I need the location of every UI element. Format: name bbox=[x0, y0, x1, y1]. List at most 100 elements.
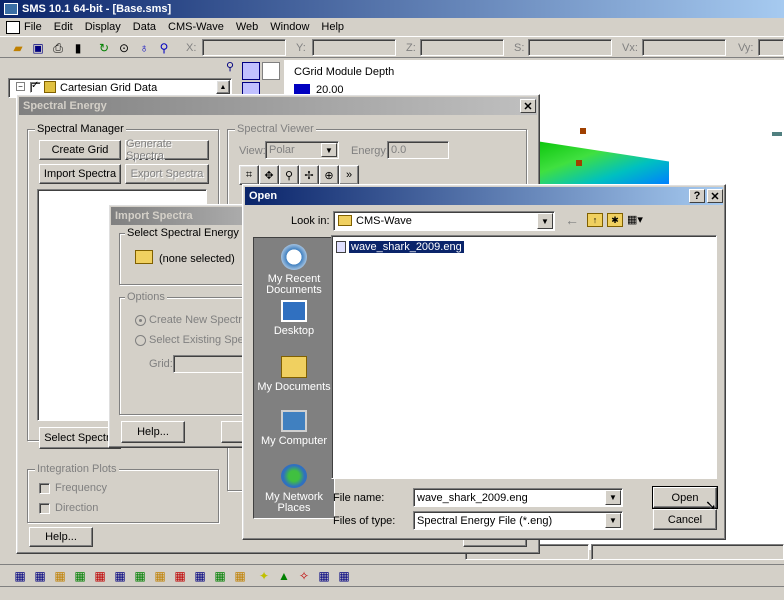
menu-web[interactable]: Web bbox=[236, 21, 258, 33]
menu-doc-icon[interactable] bbox=[6, 20, 20, 34]
bottom-tool-2-icon[interactable]: ▦ bbox=[32, 568, 48, 584]
view-dropdown-icon[interactable]: ▼ bbox=[321, 143, 337, 157]
look-in-folder-icon bbox=[338, 215, 352, 226]
bottom-tool-5-icon[interactable]: ▦ bbox=[92, 568, 108, 584]
files-of-type-select[interactable]: Spectral Energy File (*.eng) ▼ bbox=[413, 511, 623, 530]
menu-help[interactable]: Help bbox=[321, 21, 344, 33]
back-icon[interactable]: ← bbox=[565, 212, 579, 228]
bottom-tool-14-icon[interactable]: ▲ bbox=[276, 568, 292, 584]
menu-edit[interactable]: Edit bbox=[54, 21, 73, 33]
view-select[interactable]: Polar ▼ bbox=[265, 141, 339, 159]
place-my-computer[interactable]: My Computer bbox=[254, 410, 334, 447]
options-label: Options bbox=[125, 291, 167, 303]
viewer-zoom-icon[interactable]: ⚲ bbox=[279, 165, 299, 185]
bottom-tool-7-icon[interactable]: ▦ bbox=[132, 568, 148, 584]
file-list[interactable]: wave_shark_2009.eng bbox=[331, 235, 717, 479]
look-in-select[interactable]: CMS-Wave ▼ bbox=[333, 211, 555, 231]
delete-icon[interactable]: ▮ bbox=[70, 40, 86, 56]
folder-icon[interactable] bbox=[135, 250, 153, 264]
tree-scroll-up-icon[interactable]: ▲ bbox=[216, 80, 230, 94]
mouse-cursor-icon: ➘ bbox=[705, 497, 717, 513]
bottom-tool-6-icon[interactable]: ▦ bbox=[112, 568, 128, 584]
bottom-tool-1-icon[interactable]: ▦ bbox=[12, 568, 28, 584]
place-desktop[interactable]: Desktop bbox=[254, 300, 334, 337]
viewer-rotate-icon[interactable]: ✢ bbox=[299, 165, 319, 185]
bottom-tool-11-icon[interactable]: ▦ bbox=[212, 568, 228, 584]
viewer-frame-icon[interactable]: ⊕ bbox=[319, 165, 339, 185]
menu-window[interactable]: Window bbox=[270, 21, 309, 33]
menu-data[interactable]: Data bbox=[133, 21, 156, 33]
frequency-label: Frequency bbox=[55, 482, 107, 494]
place-my-computer-label: My Computer bbox=[260, 435, 328, 447]
bottom-tool-3-icon[interactable]: ▦ bbox=[52, 568, 68, 584]
probe-icon[interactable]: ♁ bbox=[136, 40, 152, 56]
menu-display[interactable]: Display bbox=[85, 21, 121, 33]
measure-icon[interactable]: ⚲ bbox=[156, 40, 172, 56]
bottom-tool-9-icon[interactable]: ▦ bbox=[172, 568, 188, 584]
open-icon[interactable]: ▰ bbox=[10, 40, 26, 56]
grid-label: Grid: bbox=[149, 358, 173, 370]
tree-item-label[interactable]: Cartesian Grid Data bbox=[60, 82, 157, 94]
open-help-button[interactable]: ? bbox=[689, 189, 705, 203]
energy-label: Energy: bbox=[351, 145, 389, 157]
open-titlebar: Open bbox=[245, 187, 723, 205]
bottom-tool-10-icon[interactable]: ▦ bbox=[192, 568, 208, 584]
bottom-tool-8-icon[interactable]: ▦ bbox=[152, 568, 168, 584]
place-recent[interactable]: My Recent Documents bbox=[254, 244, 334, 296]
import-spectra-button[interactable]: Import Spectra bbox=[39, 164, 121, 184]
create-new-radio[interactable] bbox=[135, 315, 146, 326]
viewer-select-icon[interactable]: ⌗ bbox=[239, 165, 259, 185]
refresh-icon[interactable]: ↻ bbox=[96, 40, 112, 56]
energy-field[interactable]: 0.0 bbox=[387, 141, 449, 159]
file-item[interactable]: wave_shark_2009.eng bbox=[336, 240, 465, 254]
bottom-tool-15-icon[interactable]: ✧ bbox=[296, 568, 312, 584]
bottom-tool-13-icon[interactable]: ✦ bbox=[256, 568, 272, 584]
spectral-energy-close-button[interactable]: ✕ bbox=[520, 99, 536, 113]
main-toolbar: ▰ ▣ ⎙ ▮ ↻ ⊙ ♁ ⚲ X: Y: Z: S: Vx: Vy: bbox=[0, 36, 784, 58]
file-name-dropdown-icon[interactable]: ▼ bbox=[605, 490, 621, 505]
place-network[interactable]: My Network Places bbox=[254, 464, 334, 514]
legend-title: CGrid Module Depth bbox=[294, 66, 395, 78]
select-existing-radio[interactable] bbox=[135, 335, 146, 346]
print-icon[interactable]: ⎙ bbox=[50, 40, 66, 56]
look-in-dropdown-icon[interactable]: ▼ bbox=[537, 213, 553, 229]
view-menu-icon[interactable]: ▦▾ bbox=[627, 213, 649, 227]
view-label: View: bbox=[239, 145, 266, 157]
menu-cms-wave[interactable]: CMS-Wave bbox=[168, 21, 224, 33]
files-of-type-dropdown-icon[interactable]: ▼ bbox=[605, 513, 621, 528]
file-name-value: wave_shark_2009.eng bbox=[417, 492, 528, 504]
viewer-next-icon[interactable]: » bbox=[339, 165, 359, 185]
file-name-label: File name: bbox=[333, 492, 385, 504]
tree-collapse-icon[interactable]: − bbox=[16, 82, 25, 91]
open-title: Open bbox=[249, 190, 278, 202]
bottom-tool-17-icon[interactable]: ▦ bbox=[336, 568, 352, 584]
save-icon[interactable]: ▣ bbox=[30, 40, 46, 56]
open-dialog: Open ? ✕ Look in: CMS-Wave ▼ ← ↑ ✱ ▦▾ My… bbox=[242, 184, 726, 540]
viewer-pan-icon[interactable]: ✥ bbox=[259, 165, 279, 185]
import-help-button[interactable]: Help... bbox=[121, 421, 185, 443]
open-close-button[interactable]: ✕ bbox=[707, 189, 723, 203]
node-tool-icon[interactable] bbox=[262, 62, 280, 80]
tree-item-checkbox[interactable]: ✓ bbox=[30, 80, 41, 93]
spectral-help-button[interactable]: Help... bbox=[29, 527, 93, 547]
pin-icon[interactable]: ⚲ bbox=[226, 60, 234, 73]
spectral-energy-title: Spectral Energy bbox=[23, 100, 107, 112]
depth-contour-map bbox=[539, 141, 669, 184]
place-my-documents[interactable]: My Documents bbox=[254, 356, 334, 393]
bottom-tool-12-icon[interactable]: ▦ bbox=[232, 568, 248, 584]
file-name-field[interactable]: wave_shark_2009.eng ▼ bbox=[413, 488, 623, 507]
select-tool-icon[interactable] bbox=[242, 62, 260, 80]
grid-data-icon bbox=[44, 81, 56, 93]
bottom-tool-16-icon[interactable]: ▦ bbox=[316, 568, 332, 584]
export-spectra-button[interactable]: Export Spectra bbox=[125, 164, 209, 184]
up-folder-icon[interactable]: ↑ bbox=[587, 213, 603, 227]
direction-checkbox[interactable] bbox=[39, 503, 50, 514]
bottom-tool-4-icon[interactable]: ▦ bbox=[72, 568, 88, 584]
menu-file[interactable]: File bbox=[24, 21, 42, 33]
zoom-icon[interactable]: ⊙ bbox=[116, 40, 132, 56]
generate-spectra-button[interactable]: Generate Spectra bbox=[125, 138, 209, 162]
new-folder-icon[interactable]: ✱ bbox=[607, 213, 623, 227]
frequency-checkbox[interactable] bbox=[39, 483, 50, 494]
create-grid-button[interactable]: Create Grid bbox=[39, 140, 121, 160]
coord-z-field bbox=[420, 39, 504, 56]
